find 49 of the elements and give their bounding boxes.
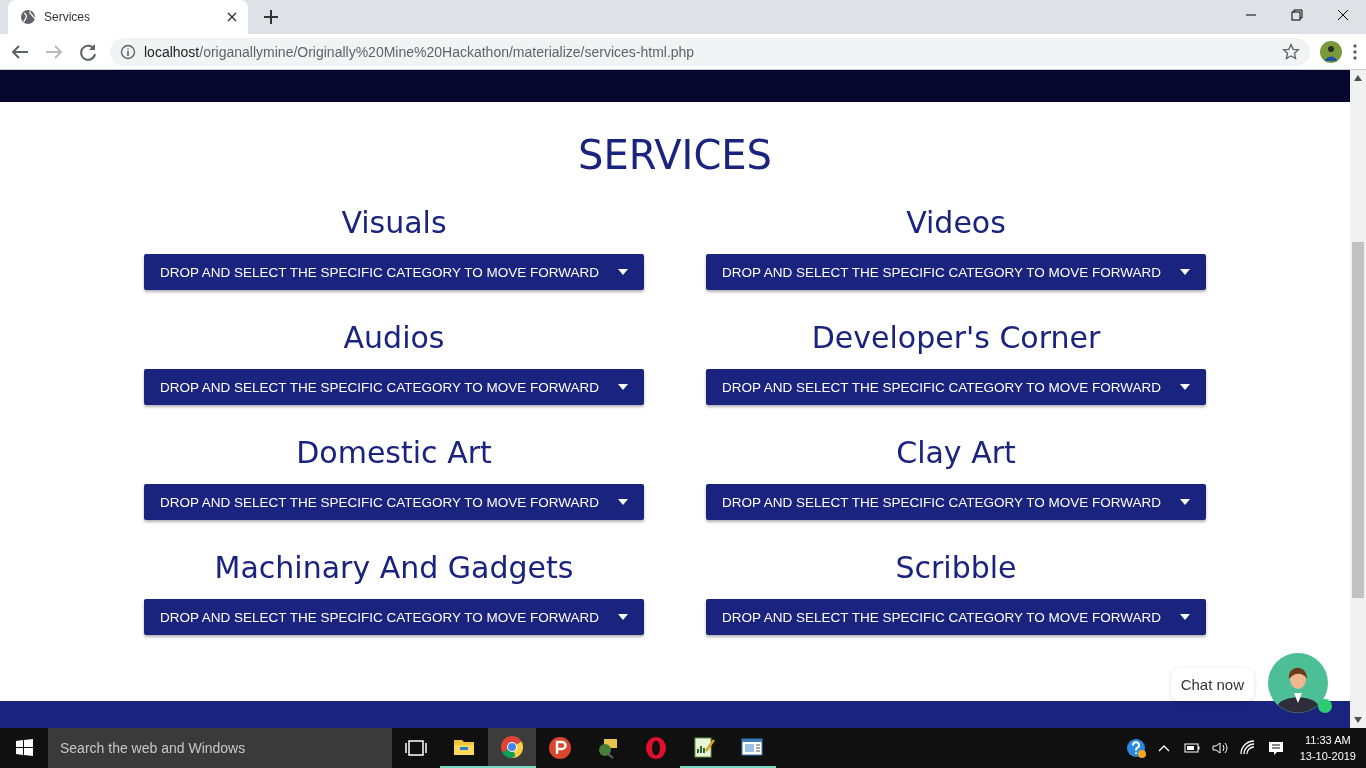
caret-icon [1180,269,1190,275]
profile-icon[interactable] [1320,40,1342,63]
help-icon[interactable] [1125,738,1146,758]
service-heading: Clay Art [896,434,1016,472]
globe-icon [20,9,36,25]
category-dropdown[interactable]: DROP AND SELECT THE SPECIFIC CATEGORY TO MOVE FORWARD [144,254,644,290]
category-dropdown[interactable]: DROP AND SELECT THE SPECIFIC CATEGORY TO MOVE FORWARD [706,484,1206,520]
category-dropdown[interactable]: DROP AND SELECT THE SPECIFIC CATEGORY TO MOVE FORWARD [706,599,1206,635]
category-dropdown[interactable]: DROP AND SELECT THE SPECIFIC CATEGORY TO MOVE FORWARD [144,369,644,405]
caret-icon [1180,384,1190,390]
category-dropdown[interactable]: DROP AND SELECT THE SPECIFIC CATEGORY TO MOVE FORWARD [706,254,1206,290]
caret-icon [618,499,628,505]
service-heading: Videos [906,204,1006,242]
chrome-icon [500,735,524,759]
page-title: SERVICES [578,132,772,178]
scroll-up-icon[interactable] [1354,75,1362,81]
opera-icon [644,736,668,760]
address-bar[interactable]: localhost/origanallymine/Originally%20Mine%20Hackathon/materialize/services-html.php [110,37,1310,66]
chat-agent-icon[interactable] [1268,653,1330,715]
service-heading: Visuals [341,204,447,242]
scroll-down-icon[interactable] [1354,717,1362,723]
service-heading: Machinary And Gadgets [214,549,574,587]
info-icon[interactable] [120,43,136,60]
category-dropdown[interactable]: DROP AND SELECT THE SPECIFIC CATEGORY TO MOVE FORWARD [144,484,644,520]
service-heading: Audios [343,319,445,357]
service-heading: Scribble [895,549,1017,587]
taskbar-app[interactable] [488,728,536,768]
service-heading: Developer's Corner [811,319,1101,357]
clock-time: 11:33 AM [1305,733,1351,748]
chat-now-button[interactable]: Chat now [1170,667,1254,701]
clock-date: 13-10-2019 [1299,749,1356,764]
service-heading: Domestic Art [296,434,492,472]
window-icon [740,735,764,759]
category-dropdown[interactable]: DROP AND SELECT THE SPECIFIC CATEGORY TO MOVE FORWARD [706,369,1206,405]
close-icon[interactable] [226,11,238,23]
category-dropdown[interactable]: DROP AND SELECT THE SPECIFIC CATEGORY TO MOVE FORWARD [144,599,644,635]
new-tab-icon[interactable] [262,8,280,26]
menu-icon[interactable] [1352,42,1358,61]
scrollbar[interactable] [1350,70,1366,728]
caret-icon [1180,614,1190,620]
browser-tab[interactable]: Services [8,0,248,34]
star-icon[interactable] [1282,42,1300,61]
caret-icon [618,269,628,275]
caret-icon [618,614,628,620]
chart-notepad-icon [692,735,716,759]
p-logo-icon [548,736,572,760]
search-field[interactable]: Search the web and Windows [48,728,392,768]
caret-icon [1180,499,1190,505]
caret-icon [618,384,628,390]
